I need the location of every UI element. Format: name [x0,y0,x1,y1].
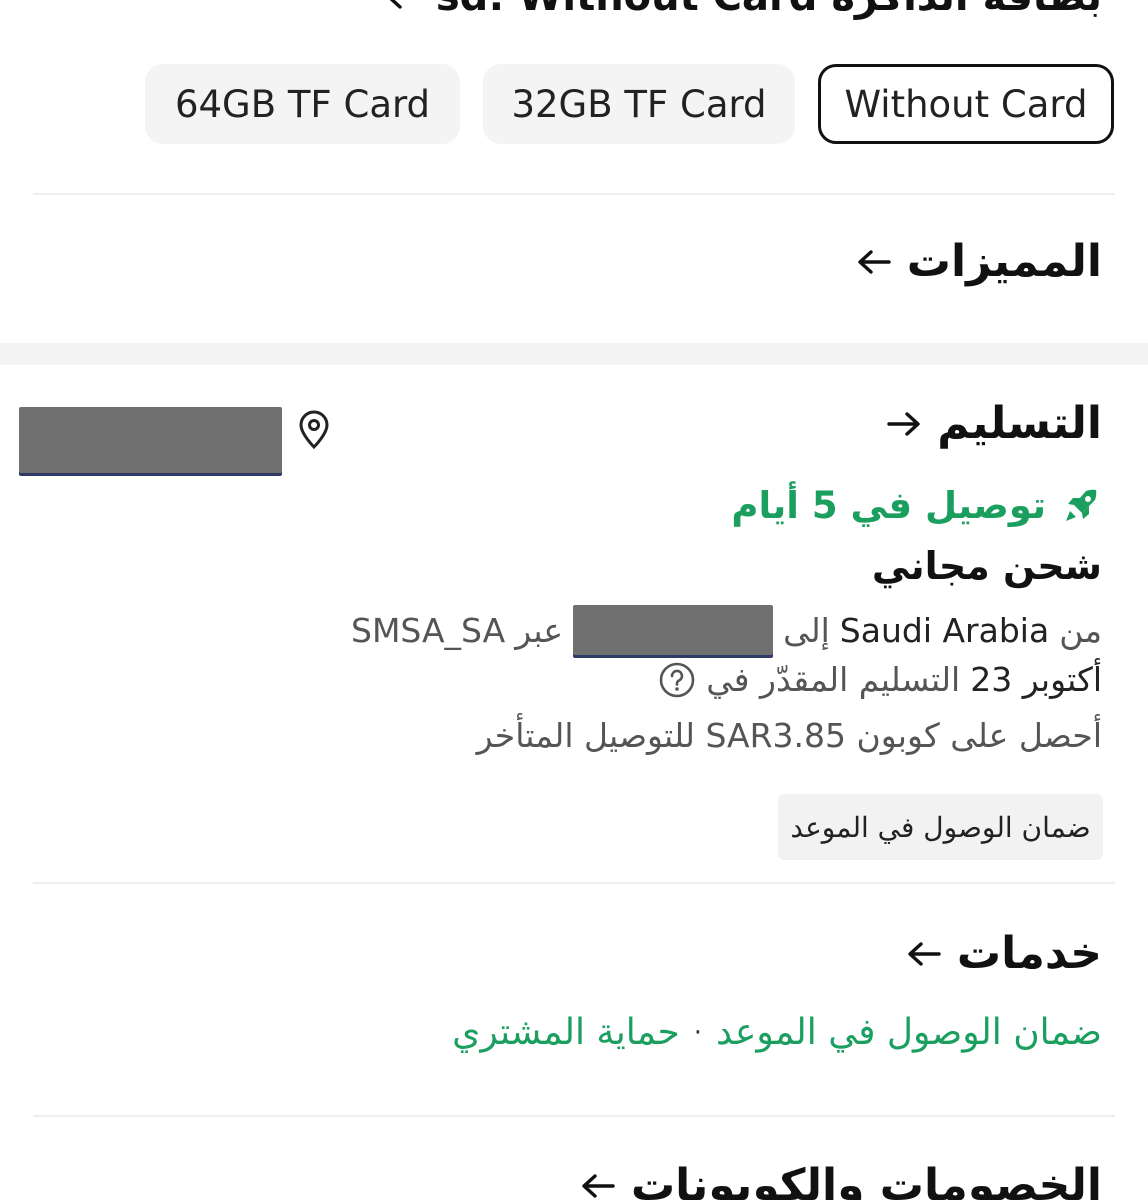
service-buyer-protection[interactable]: حماية المشتري [452,1012,680,1053]
delivery-section-header[interactable]: التسليم [885,398,1102,449]
section-separator-band [0,343,1148,365]
on-time-guarantee-badge[interactable]: ضمان الوصول في الموعد [778,794,1103,860]
sd-option-64gb[interactable]: 64GB TF Card [145,64,460,144]
from-word: من [1059,610,1102,650]
rocket-icon [1060,485,1102,527]
divider [33,193,1115,195]
service-on-time-guarantee[interactable]: ضمان الوصول في الموعد [716,1012,1102,1053]
late-delivery-coupon: أحصل على كوبون SAR3.85 للتوصيل المتأخر [476,716,1102,755]
arrow-left-icon [384,0,422,11]
discounts-title: الخصومات والكوبونات [630,1160,1102,1200]
product-detail-page: بطاقة الذاكرة sd: Without Card 64GB TF C… [0,0,1148,1200]
help-circle-icon[interactable] [658,661,696,699]
divider [33,1115,1115,1117]
sd-option-header[interactable]: بطاقة الذاكرة sd: Without Card [384,0,1102,20]
sd-option-without-card[interactable]: Without Card [818,64,1114,144]
services-title: خدمات [956,928,1102,979]
arrow-left-icon [855,248,893,276]
fast-delivery-text: توصيل في 5 أيام [731,484,1046,527]
via-word: عبر [515,610,564,650]
sd-option-header-text: بطاقة الذاكرة sd: Without Card [436,0,1102,20]
arrow-right-icon [885,410,923,438]
service-separator: · [693,1017,703,1048]
eta-date: أكتوبر 23 [970,660,1102,699]
eta-label: التسليم المقدّر في [706,660,961,699]
features-title: المميزات [906,236,1102,287]
arrow-left-icon [905,940,943,968]
services-list: ضمان الوصول في الموعد · حماية المشتري [452,1012,1102,1053]
sd-option-32gb[interactable]: 32GB TF Card [483,64,795,144]
features-section-header[interactable]: المميزات [855,236,1102,287]
eta-line: أكتوبر 23 التسليم المقدّر في [658,660,1102,699]
carrier-name: SMSA_SA [351,610,506,650]
arrow-left-icon [579,1172,617,1200]
fast-delivery-line: توصيل في 5 أيام [731,484,1102,527]
delivery-title: التسليم [937,398,1102,449]
redacted-destination [573,605,774,655]
redacted-address [19,407,282,473]
to-word: إلى [783,610,830,650]
divider [33,882,1115,884]
free-shipping-text: شحن مجاني [871,544,1102,588]
services-section-header[interactable]: خدمات [905,928,1102,979]
shipping-route-line: من Saudi Arabia إلى عبر SMSA_SA [351,605,1102,655]
origin-country: Saudi Arabia [839,610,1050,650]
location-pin-icon[interactable] [296,410,332,450]
discounts-section-header[interactable]: الخصومات والكوبونات [579,1160,1102,1200]
